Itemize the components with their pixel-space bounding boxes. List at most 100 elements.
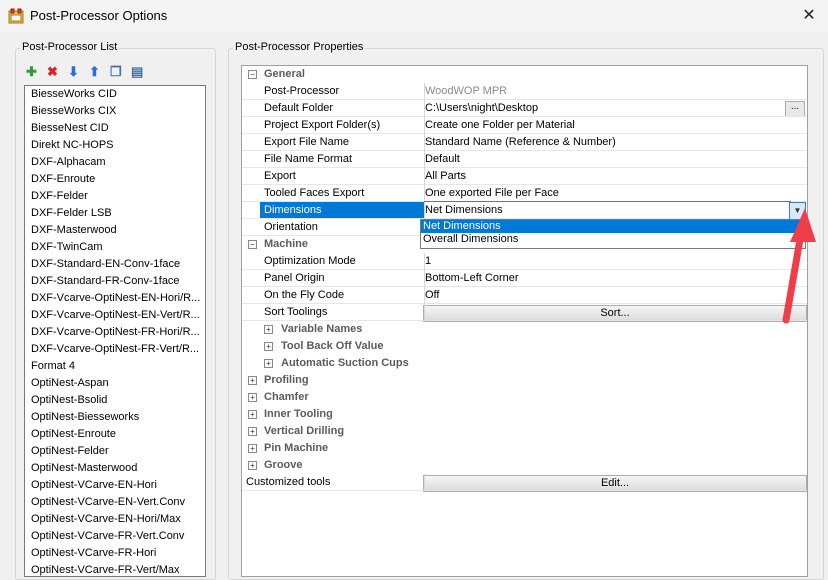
list-item[interactable]: DXF-Vcarve-OptiNest-FR-Vert/R... [25, 341, 205, 358]
column-divider [424, 185, 425, 202]
property-row[interactable]: Export File Name Standard Name (Reference… [242, 134, 807, 151]
category-row[interactable]: + Vertical Drilling [242, 423, 807, 440]
expand-toggle-icon[interactable]: − [248, 240, 257, 249]
property-row[interactable]: Tooled Faces Export One exported File per… [242, 185, 807, 202]
property-value[interactable]: C:\Users\night\Desktop [425, 100, 806, 117]
property-name: Project Export Folder(s) [264, 119, 381, 131]
list-item[interactable]: DXF-Standard-FR-Conv-1face [25, 273, 205, 290]
property-row[interactable]: Sort Toolings Sort... [242, 304, 807, 322]
list-item[interactable]: OptiNest-VCarve-EN-Vert.Conv [25, 494, 205, 511]
property-row[interactable]: Panel Origin Bottom-Left Corner [242, 270, 807, 287]
property-value[interactable]: Create one Folder per Material [425, 117, 806, 134]
category-row[interactable]: + Variable Names [242, 321, 807, 338]
property-value[interactable]: Bottom-Left Corner [425, 270, 806, 287]
property-row[interactable]: Customized tools Edit... [242, 474, 807, 492]
expand-toggle-icon[interactable]: + [264, 359, 273, 368]
category-label: Pin Machine [264, 442, 329, 454]
column-divider [424, 270, 425, 287]
column-divider [424, 134, 425, 151]
property-row[interactable]: Project Export Folder(s) Create one Folde… [242, 117, 807, 134]
category-row[interactable]: + Inner Tooling [242, 406, 807, 423]
list-item[interactable]: OptiNest-Bsolid [25, 392, 205, 409]
move-up-icon[interactable]: ⬆ [89, 64, 105, 80]
list-item[interactable]: DXF-Felder LSB [25, 205, 205, 222]
list-item[interactable]: DXF-Vcarve-OptiNest-EN-Vert/R... [25, 307, 205, 324]
rename-icon[interactable]: ▤ [131, 64, 147, 80]
category-row[interactable]: + Profiling [242, 372, 807, 389]
list-item[interactable]: DXF-Enroute [25, 171, 205, 188]
category-label: Automatic Suction Cups [281, 357, 409, 369]
move-down-icon[interactable]: ⬇ [68, 64, 84, 80]
list-item[interactable]: BiesseNest CID [25, 120, 205, 137]
list-item[interactable]: DXF-Vcarve-OptiNest-FR-Hori/R... [25, 324, 205, 341]
expand-toggle-icon[interactable]: + [248, 444, 257, 453]
list-item[interactable]: DXF-Alphacam [25, 154, 205, 171]
column-divider [424, 83, 425, 100]
category-row[interactable]: + Chamfer [242, 389, 807, 406]
property-row[interactable]: On the Fly Code Off [242, 287, 807, 304]
expand-toggle-icon[interactable]: + [264, 325, 273, 334]
list-item[interactable]: DXF-Vcarve-OptiNest-EN-Hori/R... [25, 290, 205, 307]
list-item[interactable]: OptiNest-Masterwood [25, 460, 205, 477]
list-item[interactable]: OptiNest-VCarve-FR-Vert.Conv [25, 528, 205, 545]
row-divider [242, 490, 807, 491]
expand-toggle-icon[interactable]: + [248, 461, 257, 470]
browse-folder-button[interactable]: ... [785, 101, 805, 117]
close-button[interactable]: ✕ [798, 5, 820, 27]
category-row[interactable]: + Groove [242, 457, 807, 474]
list-item[interactable]: BiesseWorks CIX [25, 103, 205, 120]
list-item[interactable]: OptiNest-Biesseworks [25, 409, 205, 426]
property-row[interactable]: Post-Processor WoodWOP MPR [242, 83, 807, 100]
dimensions-dropdown-list: Net Dimensions Overall Dimensions [420, 219, 806, 249]
list-item[interactable]: Direkt NC-HOPS [25, 137, 205, 154]
list-item[interactable]: DXF-TwinCam [25, 239, 205, 256]
category-row[interactable]: + Tool Back Off Value [242, 338, 807, 355]
dropdown-option[interactable]: Net Dimensions [421, 220, 805, 233]
list-item[interactable]: Format 4 [25, 358, 205, 375]
category-row[interactable]: − General [242, 66, 807, 83]
property-row[interactable]: File Name Format Default [242, 151, 807, 168]
category-label: General [264, 68, 305, 80]
property-row[interactable]: Dimensions Net Dimensions [242, 201, 807, 220]
category-row[interactable]: + Automatic Suction Cups [242, 355, 807, 372]
list-item[interactable]: DXF-Standard-EN-Conv-1face [25, 256, 205, 273]
column-divider [424, 474, 425, 491]
property-value[interactable]: Default [425, 151, 806, 168]
property-name: Export [264, 170, 296, 182]
list-item[interactable]: DXF-Felder [25, 188, 205, 205]
post-processor-listbox[interactable]: BiesseWorks CID BiesseWorks CIX BiesseNest… [24, 85, 206, 577]
expand-toggle-icon[interactable]: + [248, 427, 257, 436]
expand-toggle-icon[interactable]: + [264, 342, 273, 351]
list-item[interactable]: OptiNest-VCarve-EN-Hori/Max [25, 511, 205, 528]
expand-toggle-icon[interactable]: + [248, 393, 257, 402]
list-item[interactable]: DXF-Masterwood [25, 222, 205, 239]
delete-icon[interactable]: ✖ [47, 64, 63, 80]
category-row[interactable]: + Pin Machine [242, 440, 807, 457]
list-item[interactable]: BiesseWorks CID [25, 86, 205, 103]
list-item[interactable]: OptiNest-Enroute [25, 426, 205, 443]
list-item[interactable]: OptiNest-Felder [25, 443, 205, 460]
property-row[interactable]: Default Folder C:\Users\night\Desktop... [242, 100, 807, 117]
property-row[interactable]: Optimization Mode 1 [242, 253, 807, 270]
property-value[interactable]: WoodWOP MPR [425, 83, 806, 100]
list-item[interactable]: OptiNest-VCarve-FR-Hori [25, 545, 205, 562]
copy-icon[interactable]: ❐ [110, 64, 126, 80]
property-value[interactable]: Off [425, 287, 806, 304]
list-item[interactable]: OptiNest-Aspan [25, 375, 205, 392]
list-item[interactable]: OptiNest-VCarve-EN-Hori [25, 477, 205, 494]
window-title: Post-Processor Options [30, 8, 168, 23]
property-value[interactable]: Standard Name (Reference & Number) [425, 134, 806, 151]
property-value[interactable]: All Parts [425, 168, 806, 185]
list-item[interactable]: OptiNest-VCarve-FR-Vert/Max [25, 562, 205, 576]
column-divider [424, 253, 425, 270]
property-row[interactable]: Export All Parts [242, 168, 807, 185]
add-icon[interactable]: ✚ [26, 64, 42, 80]
expand-toggle-icon[interactable]: + [248, 376, 257, 385]
expand-toggle-icon[interactable]: + [248, 410, 257, 419]
expand-toggle-icon[interactable]: − [248, 70, 257, 79]
property-value[interactable]: One exported File per Face [425, 185, 806, 202]
column-divider [424, 202, 425, 219]
property-value[interactable]: 1 [425, 253, 806, 270]
property-value[interactable]: Net Dimensions [424, 201, 791, 220]
dropdown-option[interactable]: Overall Dimensions [421, 233, 805, 246]
